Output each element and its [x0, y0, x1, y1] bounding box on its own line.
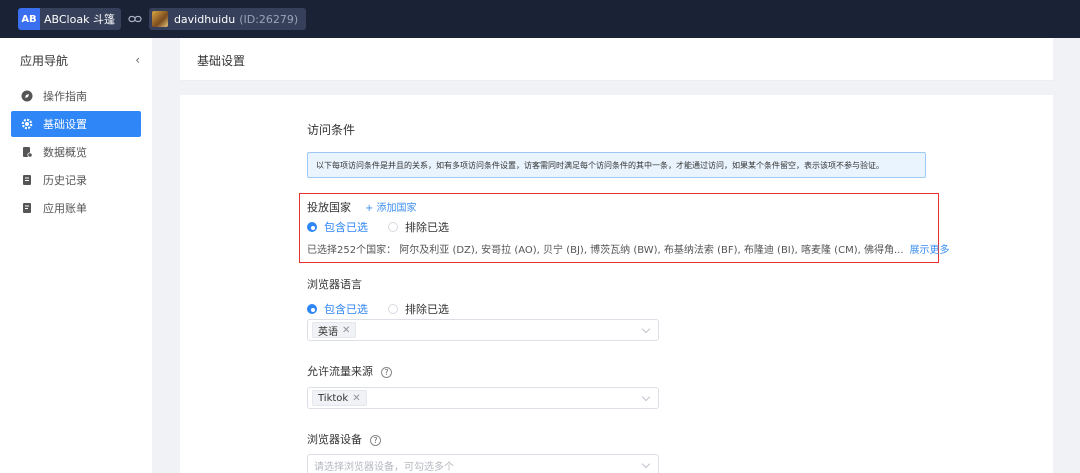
- top-bar: AB ABCloak 斗篷 davidhuidu (ID:26279): [0, 0, 1080, 38]
- user-account-chip[interactable]: davidhuidu (ID:26279): [148, 8, 307, 30]
- tag-close-icon[interactable]: ✕: [342, 325, 350, 336]
- compass-icon: [21, 90, 33, 102]
- sidebar-item-label: 操作指南: [43, 90, 87, 103]
- chevron-down-icon: [641, 392, 651, 402]
- country-label: 投放国家: [307, 201, 351, 214]
- sidebar-item-billing[interactable]: 应用账单: [11, 195, 141, 221]
- browser-device-label-text: 浏览器设备: [307, 433, 362, 446]
- user-id: (ID:26279): [239, 12, 299, 26]
- country-summary-text: 已选择252个国家： 阿尔及利亚 (DZ), 安哥拉 (AO), 贝宁 (BJ)…: [307, 245, 904, 256]
- user-name: davidhuidu: [173, 12, 236, 26]
- app-switcher[interactable]: AB ABCloak 斗篷: [18, 8, 121, 30]
- gear-icon: [21, 118, 33, 130]
- app-logo: AB: [18, 8, 40, 30]
- help-icon[interactable]: ?: [370, 434, 381, 446]
- traffic-source-label: 允许流量来源?: [307, 363, 392, 379]
- select-placeholder: 请选择浏览器设备，可勾选多个: [314, 461, 454, 473]
- info-alert-text: 以下每项访问条件是并且的关系，如有多项访问条件设置，访客需同时满足每个访问条件的…: [316, 160, 884, 170]
- sidebar-item-history[interactable]: 历史记录: [11, 167, 141, 193]
- sidebar-item-label: 应用账单: [43, 202, 87, 215]
- history-doc-icon: [21, 174, 33, 186]
- link-icon: [128, 12, 142, 26]
- language-select[interactable]: 英语 ✕: [307, 319, 659, 341]
- radio-unchecked-icon: [388, 304, 398, 314]
- radio-checked-icon: [307, 304, 317, 314]
- avatar: [151, 11, 168, 27]
- language-exclude-radio[interactable]: 排除已选: [388, 301, 449, 317]
- language-include-radio[interactable]: 包含已选: [307, 301, 368, 317]
- help-icon[interactable]: ?: [381, 366, 392, 378]
- traffic-source-select[interactable]: Tiktok ✕: [307, 387, 659, 409]
- info-alert: 以下每项访问条件是并且的关系，如有多项访问条件设置，访客需同时满足每个访问条件的…: [307, 152, 926, 178]
- chevron-down-icon: [641, 459, 651, 469]
- selected-tag: 英语 ✕: [312, 322, 357, 338]
- sidebar-item-basic-settings[interactable]: 基础设置: [11, 111, 141, 137]
- page-header-card: 基础设置: [180, 38, 1053, 81]
- section-title: 访问条件: [307, 123, 356, 137]
- sidebar-item-guide[interactable]: 操作指南: [11, 83, 141, 109]
- tag-close-icon[interactable]: ✕: [352, 393, 360, 404]
- settings-form-card: 访问条件 以下每项访问条件是并且的关系，如有多项访问条件设置，访客需同时满足每个…: [180, 95, 1053, 473]
- chevron-down-icon: [641, 324, 651, 334]
- traffic-source-label-text: 允许流量来源: [307, 365, 373, 378]
- sidebar-item-label: 基础设置: [43, 118, 87, 131]
- browser-device-select[interactable]: 请选择浏览器设备，可勾选多个: [307, 454, 659, 473]
- sidebar: 应用导航 ‹ 操作指南 基础设置 数据概览 历史记录 应用账单: [0, 38, 152, 473]
- bill-doc-icon: [21, 202, 33, 214]
- page-title: 基础设置: [197, 54, 246, 68]
- radio-label: 包含已选: [324, 221, 368, 234]
- radio-label: 排除已选: [405, 221, 449, 234]
- radio-unchecked-icon: [388, 222, 398, 232]
- country-selection-summary: 已选择252个国家： 阿尔及利亚 (DZ), 安哥拉 (AO), 贝宁 (BJ)…: [307, 241, 950, 256]
- language-mode-radio-group: 包含已选 排除已选: [307, 301, 469, 317]
- sidebar-header: 应用导航 ‹: [0, 38, 152, 82]
- tag-label: 英语: [318, 326, 338, 338]
- chart-doc-icon: [21, 146, 33, 158]
- radio-label: 包含已选: [324, 303, 368, 316]
- add-country-link[interactable]: + 添加国家: [365, 199, 417, 214]
- selected-tag: Tiktok ✕: [312, 390, 367, 406]
- country-mode-radio-group: 包含已选 排除已选: [307, 219, 469, 235]
- country-include-radio[interactable]: 包含已选: [307, 219, 368, 235]
- show-more-link[interactable]: 展示更多: [910, 245, 950, 256]
- language-label: 浏览器语言: [307, 278, 362, 291]
- radio-label: 排除已选: [405, 303, 449, 316]
- sidebar-item-label: 数据概览: [43, 146, 87, 159]
- app-name: ABCloak 斗篷: [44, 13, 115, 26]
- sidebar-title: 应用导航: [20, 53, 69, 68]
- country-exclude-radio[interactable]: 排除已选: [388, 219, 449, 235]
- sidebar-item-data-overview[interactable]: 数据概览: [11, 139, 141, 165]
- browser-device-label: 浏览器设备?: [307, 431, 381, 447]
- tag-label: Tiktok: [318, 392, 349, 404]
- collapse-chevron-icon[interactable]: ‹: [135, 53, 140, 67]
- radio-checked-icon: [307, 222, 317, 232]
- sidebar-item-label: 历史记录: [43, 174, 87, 187]
